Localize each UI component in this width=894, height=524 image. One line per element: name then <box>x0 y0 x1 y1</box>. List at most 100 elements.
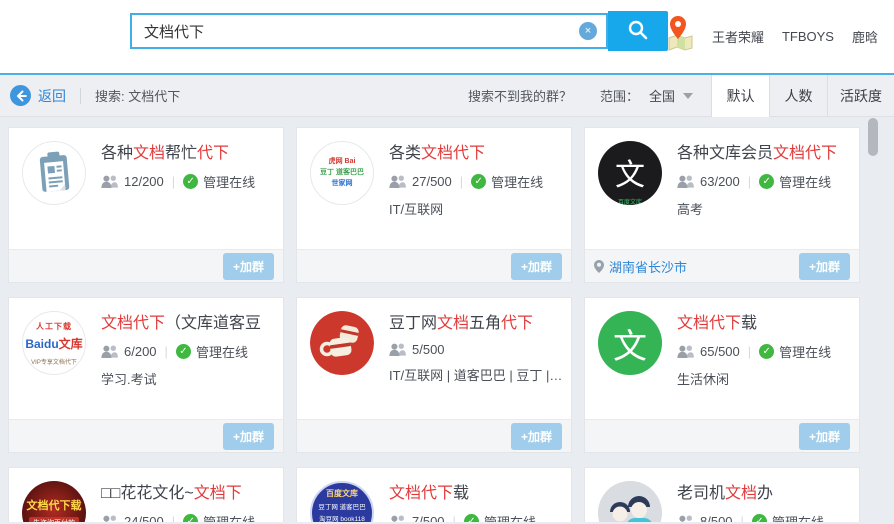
member-count: 5/500 <box>412 342 445 357</box>
hot-search-words: 王者荣耀 TFBOYS 鹿晗 <box>664 12 878 60</box>
clear-search-icon[interactable]: × <box>579 22 597 40</box>
admin-online-label: 管理在线 <box>195 345 248 360</box>
group-grid: 各种文档帮忙代下 12/200 | ✓ 管理在线 +加群 虎网 Bai 豆丁 道… <box>8 127 894 522</box>
group-title[interactable]: 各种文档帮忙代下 <box>101 139 277 163</box>
hot-word-link[interactable]: TFBOYS <box>782 29 834 44</box>
group-title[interactable]: 文档代下（文库道客豆 <box>101 309 277 333</box>
admin-online-label: 管理在线 <box>779 345 832 360</box>
group-avatar[interactable]: 文档代下载先咨询再付款 <box>22 481 86 522</box>
member-count: 24/500 <box>124 514 164 522</box>
group-location[interactable]: 湖南省长沙市 <box>594 257 687 276</box>
admin-online-icon: ✓ <box>175 344 191 359</box>
sort-tab[interactable]: 人数 <box>769 74 827 117</box>
results-area: 各种文档帮忙代下 12/200 | ✓ 管理在线 +加群 虎网 Bai 豆丁 道… <box>0 117 894 522</box>
meta-divider: | <box>747 344 752 359</box>
group-avatar[interactable] <box>22 141 86 205</box>
hot-word-link[interactable]: 鹿晗 <box>852 27 878 46</box>
group-card: 文百度文库 各种文库会员文档代下 63/200 | ✓ 管理在线 高考 湖南省长… <box>584 127 860 283</box>
group-card: 各种文档帮忙代下 12/200 | ✓ 管理在线 +加群 <box>8 127 284 283</box>
members-icon <box>389 175 406 188</box>
group-card: 文档代下载先咨询再付款 □□花花文化~文档下 24/500 | ✓ 管理在线 <box>8 467 284 522</box>
group-tags: IT/互联网 <box>389 202 444 217</box>
search-keyword-label: 搜索: 文档代下 <box>95 89 181 104</box>
join-group-button[interactable]: +加群 <box>798 422 850 450</box>
join-group-button[interactable]: +加群 <box>510 252 562 280</box>
admin-online-icon: ✓ <box>183 514 199 522</box>
meta-divider: | <box>459 174 464 189</box>
group-title[interactable]: 各种文库会员文档代下 <box>677 139 853 163</box>
card-footer: +加群 <box>9 249 283 282</box>
back-label: 返回 <box>38 87 66 104</box>
join-group-button[interactable]: +加群 <box>222 252 274 280</box>
group-card: 豆丁网文档五角代下 5/500 | ✓ IT/互联网 | 道客巴巴 | 豆丁 |… <box>296 297 572 453</box>
meta-divider: | <box>740 514 744 522</box>
cannot-find-group-link[interactable]: 搜索不到我的群？ <box>468 86 572 105</box>
sort-tab[interactable]: 活跃度 <box>827 74 894 117</box>
sort-tab[interactable]: 默认 <box>711 74 769 117</box>
location-pin-icon <box>594 259 604 273</box>
group-avatar[interactable]: 文 <box>598 311 662 375</box>
scope-select[interactable]: 全国 <box>649 86 675 105</box>
group-title[interactable]: 老司机文档办 <box>677 479 853 503</box>
admin-online-label: 管理在线 <box>203 175 256 190</box>
group-card: 人工下载 Baidu文库 VIP专享文档代下 文档代下（文库道客豆 6/200 | … <box>8 297 284 453</box>
group-card: 虎网 Bai 豆丁 道客巴巴 世家网 各类文档代下 27/500 | ✓ 管理在线 … <box>296 127 572 283</box>
group-avatar[interactable]: 文百度文库 <box>598 141 662 205</box>
members-icon <box>101 345 118 358</box>
meta-divider: | <box>164 344 168 359</box>
join-group-button[interactable]: +加群 <box>510 422 562 450</box>
group-avatar[interactable]: 人工下载 Baidu文库 VIP专享文档代下 <box>22 311 86 375</box>
group-tags: 学习.考试 <box>101 372 157 387</box>
scope-label: 范围： <box>599 89 639 104</box>
admin-online-icon: ✓ <box>463 514 479 522</box>
results-toolbar: 返回 搜索: 文档代下 搜索不到我的群？ 范围： 全国 默认 人数 活跃度 <box>0 74 894 117</box>
admin-online-icon: ✓ <box>759 344 775 359</box>
search-button[interactable] <box>608 11 668 51</box>
search-input[interactable] <box>130 13 608 49</box>
chevron-down-icon[interactable] <box>683 92 693 99</box>
members-icon <box>101 175 118 188</box>
admin-online-icon: ✓ <box>759 174 775 189</box>
members-icon <box>677 175 694 188</box>
group-title[interactable]: 豆丁网文档五角代下 <box>389 309 565 333</box>
member-count: 12/200 <box>124 174 164 189</box>
group-title[interactable]: 文档代下载 <box>677 309 853 333</box>
members-icon <box>391 515 404 522</box>
group-tags: 生活休闲 <box>677 372 730 387</box>
back-button[interactable]: 返回 <box>10 85 66 106</box>
top-search-bar: × 王者荣耀 TFBOYS 鹿晗 <box>0 0 894 75</box>
scrollbar-thumb[interactable] <box>868 118 878 156</box>
admin-online-icon: ✓ <box>183 174 199 189</box>
member-count: 27/500 <box>412 174 452 189</box>
meta-divider: | <box>171 174 176 189</box>
group-card: 百度文库豆丁网 道客巴巴淘豆网 book118专人代下 文档代下载 7/500 … <box>296 467 572 522</box>
group-title[interactable]: 各类文档代下 <box>389 139 565 163</box>
card-footer: +加群 <box>9 419 283 452</box>
member-count: 8/500 <box>700 514 733 522</box>
group-avatar[interactable]: 虎网 Bai 豆丁 道客巴巴 世家网 <box>310 141 374 205</box>
members-icon <box>389 343 406 356</box>
meta-divider: | <box>452 514 456 522</box>
join-group-button[interactable]: +加群 <box>798 252 850 280</box>
member-count: 65/500 <box>700 344 740 359</box>
group-title[interactable]: 文档代下载 <box>389 479 565 503</box>
group-avatar[interactable] <box>598 481 662 522</box>
map-pin-icon <box>664 14 694 59</box>
search-icon <box>627 19 649 44</box>
card-footer: +加群 <box>585 419 859 452</box>
card-footer: +加群 <box>297 249 571 282</box>
back-arrow-icon <box>10 85 31 106</box>
admin-online-icon: ✓ <box>751 514 767 522</box>
group-avatar[interactable] <box>310 311 374 375</box>
card-footer: 湖南省长沙市 +加群 <box>585 249 859 282</box>
join-group-button[interactable]: +加群 <box>222 422 274 450</box>
admin-online-label: 管理在线 <box>772 512 824 522</box>
toolbar-divider <box>80 87 81 104</box>
member-count: 63/200 <box>700 174 740 189</box>
group-title[interactable]: □□花花文化~文档下 <box>101 479 277 503</box>
meta-divider: | <box>747 174 752 189</box>
hot-word-link[interactable]: 王者荣耀 <box>712 27 764 46</box>
sort-tabs: 默认 人数 活跃度 <box>711 74 894 117</box>
admin-online-icon: ✓ <box>471 174 487 189</box>
group-avatar[interactable]: 百度文库豆丁网 道客巴巴淘豆网 book118专人代下 <box>310 481 374 522</box>
